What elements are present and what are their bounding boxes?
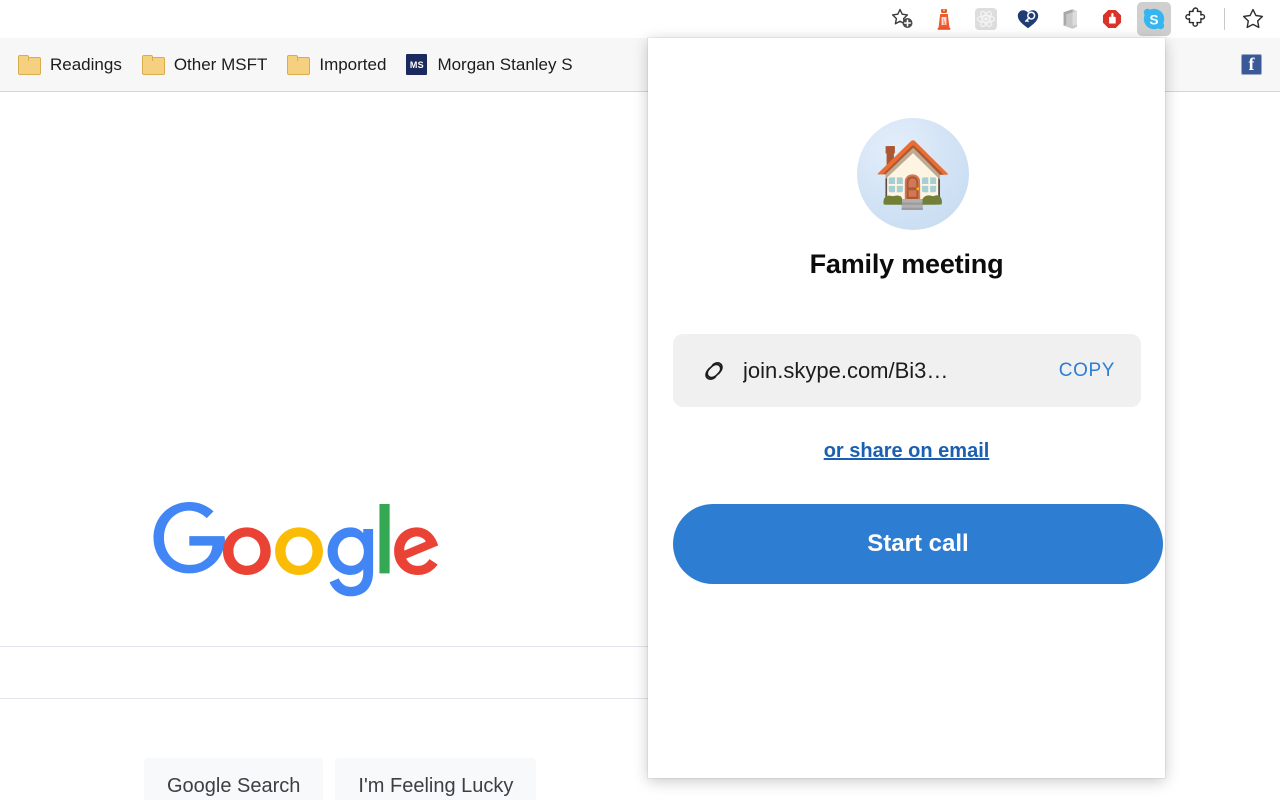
bookmark-label: Imported: [319, 54, 387, 74]
skype-icon[interactable]: S: [1137, 2, 1171, 36]
meeting-link-row[interactable]: join.skype.com/Bi3… COPY: [673, 334, 1141, 407]
favorites-star-icon[interactable]: [1236, 2, 1270, 36]
bookmark-morgan-stanley[interactable]: MS Morgan Stanley S: [396, 49, 582, 80]
folder-icon: [141, 55, 165, 75]
bookmark-folder-imported[interactable]: Imported: [277, 50, 396, 80]
bookmark-label: Readings: [50, 54, 122, 74]
folder-icon: [18, 55, 41, 75]
copy-link-button[interactable]: COPY: [1059, 360, 1115, 382]
browser-toolbar: S: [0, 0, 1280, 38]
start-call-button[interactable]: Start call: [673, 504, 1163, 584]
browser-window: S Readings Other MSFT Imported MS Morgan…: [0, 0, 1280, 800]
google-buttons: Google Search I'm Feeling Lucky: [144, 758, 537, 800]
meeting-avatar: 🏠: [857, 118, 969, 230]
microsoft-autofill-icon[interactable]: [1011, 2, 1045, 36]
share-on-email-link[interactable]: or share on email: [648, 440, 1165, 463]
feeling-lucky-button[interactable]: I'm Feeling Lucky: [335, 758, 537, 800]
bookmark-add-icon[interactable]: [885, 2, 919, 36]
facebook-favicon: f: [1241, 54, 1262, 75]
bookmark-label: Morgan Stanley S: [437, 54, 573, 74]
lighthouse-icon[interactable]: [927, 2, 961, 36]
adblock-icon[interactable]: [1095, 2, 1129, 36]
skype-meet-now-popup: 🏠 Family meeting join.skype.com/Bi3… COP…: [648, 38, 1165, 778]
google-search-button[interactable]: Google Search: [144, 758, 324, 800]
link-chain-icon: [699, 359, 729, 383]
extensions-puzzle-icon[interactable]: [1179, 2, 1213, 36]
meeting-title: Family meeting: [809, 249, 1004, 279]
bookmark-folder-readings[interactable]: Readings: [8, 50, 132, 80]
meeting-link-text: join.skype.com/Bi3…: [743, 357, 949, 383]
bookmark-folder-other-msft[interactable]: Other MSFT: [132, 50, 278, 80]
google-logo: [148, 468, 572, 610]
extension-icons-group: S: [881, 0, 1280, 38]
ms-favicon: MS: [406, 54, 428, 75]
react-devtools-icon[interactable]: [969, 2, 1003, 36]
folder-icon: [287, 55, 311, 75]
bookmark-facebook[interactable]: f: [1231, 49, 1272, 80]
google-search-box[interactable]: [0, 646, 660, 699]
toolbar-divider: [1224, 8, 1225, 30]
svg-text:S: S: [1149, 12, 1158, 27]
office-icon[interactable]: [1053, 2, 1087, 36]
house-icon: 🏠: [873, 138, 953, 210]
bookmark-label: Other MSFT: [173, 54, 268, 74]
